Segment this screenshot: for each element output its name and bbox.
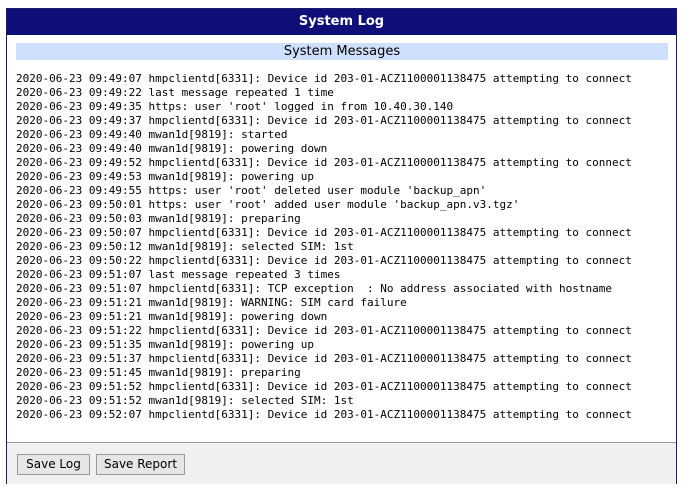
log-line: 2020-06-23 09:50:22 hmpclientd[6331]: De… (16, 254, 632, 267)
log-line: 2020-06-23 09:49:40 mwan1d[9819]: starte… (16, 128, 288, 141)
log-line: 2020-06-23 09:51:37 hmpclientd[6331]: De… (16, 352, 632, 365)
window-title: System Log (7, 9, 676, 35)
log-line: 2020-06-23 09:51:52 mwan1d[9819]: select… (16, 394, 354, 407)
log-line: 2020-06-23 09:51:07 hmpclientd[6331]: TC… (16, 282, 613, 295)
log-line: 2020-06-23 09:49:37 hmpclientd[6331]: De… (16, 114, 632, 127)
save-log-button[interactable]: Save Log (17, 454, 90, 475)
log-output: 2020-06-23 09:49:07 hmpclientd[6331]: De… (16, 72, 672, 432)
log-line: 2020-06-23 09:50:07 hmpclientd[6331]: De… (16, 226, 632, 239)
log-line: 2020-06-23 09:51:35 mwan1d[9819]: poweri… (16, 338, 315, 351)
log-line: 2020-06-23 09:51:07 last message repeate… (16, 268, 341, 281)
log-line: 2020-06-23 09:51:21 mwan1d[9819]: poweri… (16, 310, 328, 323)
log-line: 2020-06-23 09:51:22 hmpclientd[6331]: De… (16, 324, 632, 337)
log-line: 2020-06-23 09:50:03 mwan1d[9819]: prepar… (16, 212, 301, 225)
system-log-window: System Log System Messages 2020-06-23 09… (6, 8, 677, 484)
log-line: 2020-06-23 09:50:12 mwan1d[9819]: select… (16, 240, 354, 253)
log-line: 2020-06-23 09:50:01 https: user 'root' a… (16, 198, 520, 211)
log-line: 2020-06-23 09:49:53 mwan1d[9819]: poweri… (16, 170, 315, 183)
log-line: 2020-06-23 09:51:45 mwan1d[9819]: prepar… (16, 366, 301, 379)
log-line: 2020-06-23 09:49:07 hmpclientd[6331]: De… (16, 72, 632, 85)
log-line: 2020-06-23 09:49:22 last message repeate… (16, 86, 334, 99)
log-line: 2020-06-23 09:49:40 mwan1d[9819]: poweri… (16, 142, 328, 155)
save-report-button[interactable]: Save Report (96, 454, 185, 475)
log-line: 2020-06-23 09:51:21 mwan1d[9819]: WARNIN… (16, 296, 407, 309)
footer-bar: Save Log Save Report (7, 442, 676, 484)
log-line: 2020-06-23 09:49:52 hmpclientd[6331]: De… (16, 156, 632, 169)
log-line: 2020-06-23 09:49:55 https: user 'root' d… (16, 184, 487, 197)
log-line: 2020-06-23 09:52:07 hmpclientd[6331]: De… (16, 408, 632, 421)
log-line: 2020-06-23 09:51:52 hmpclientd[6331]: De… (16, 380, 632, 393)
section-title: System Messages (16, 43, 668, 60)
log-line: 2020-06-23 09:49:35 https: user 'root' l… (16, 100, 454, 113)
